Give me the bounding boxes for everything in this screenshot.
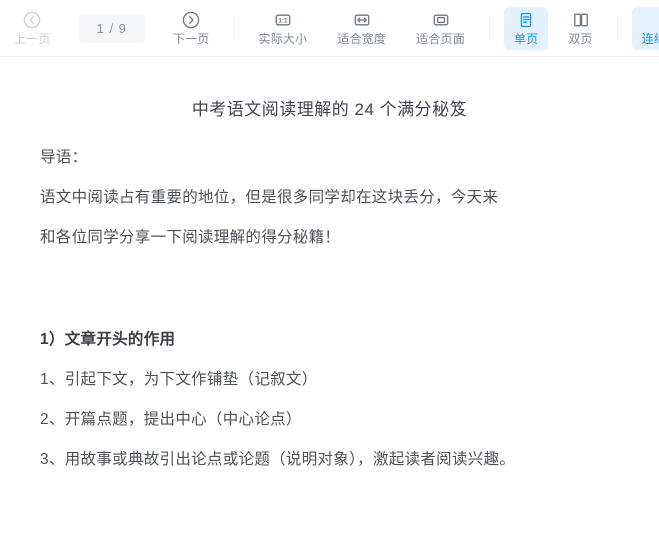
actual-size-label: 实际大小 [258,31,308,46]
document-page: 中考语文阅读理解的 24 个满分秘笈 导语： 语文中阅读占有重要的地位，但是很多… [0,95,659,551]
viewer-toolbar: 上一页 1 / 9 下一页 1:1 实际大小 适合宽度 适合页面 单页 双页 连 [0,0,659,57]
next-page-button[interactable]: 下一页 [163,7,220,50]
section-heading-2: 2）文章结尾的作用 [40,542,619,551]
document-title: 中考语文阅读理解的 24 个满分秘笈 [191,100,468,119]
prev-page-label: 上一页 [14,31,51,46]
section-1-item-1: 1、引起下文，为下文作铺垫（记叙文） [40,371,318,388]
section-heading-1: 1）文章开头的作用 [40,331,176,348]
toolbar-separator [233,15,235,41]
double-page-button[interactable]: 双页 [558,7,602,50]
fit-width-icon [352,10,372,30]
single-page-button[interactable]: 单页 [503,6,549,50]
double-page-label: 双页 [568,31,593,46]
section-1-item-3: 3、用故事或典故引出论点或论题（说明对象），激起读者阅读兴趣。 [40,451,516,468]
chevron-left-circle-icon [22,10,42,30]
one-to-one-icon: 1:1 [273,10,293,30]
single-page-label: 单页 [513,31,539,46]
prev-page-button[interactable]: 上一页 [4,7,61,50]
intro-line-2: 和各位同学分享一下阅读理解的得分秘籍！ [40,229,341,246]
fit-page-label: 适合页面 [416,31,465,46]
double-page-icon [571,10,591,30]
fit-page-icon [431,10,451,30]
intro-label: 导语： [40,149,88,166]
continuous-scroll-button[interactable]: 连续阅读 [631,6,659,50]
page-indicator[interactable]: 1 / 9 [78,13,145,43]
section-1-item-2: 2、开篇点题，提出中心（中心论点） [40,411,302,428]
single-page-icon [516,10,536,30]
fit-width-button[interactable]: 适合宽度 [327,7,396,50]
fit-page-button[interactable]: 适合页面 [406,7,475,50]
actual-size-button[interactable]: 1:1 实际大小 [249,7,318,50]
svg-text:1:1: 1:1 [278,17,288,24]
intro-line-1: 语文中阅读占有重要的地位，但是很多同学却在这块丢分，今天来 [40,189,499,206]
toolbar-separator [488,15,490,41]
next-page-label: 下一页 [172,31,210,46]
fit-width-label: 适合宽度 [337,31,387,46]
chevron-right-circle-icon [181,10,201,30]
toolbar-separator [616,15,618,41]
continuous-scroll-label: 连续阅读 [641,31,659,46]
document-scroll-area[interactable]: 中考语文阅读理解的 24 个满分秘笈 导语： 语文中阅读占有重要的地位，但是很多… [0,57,659,551]
